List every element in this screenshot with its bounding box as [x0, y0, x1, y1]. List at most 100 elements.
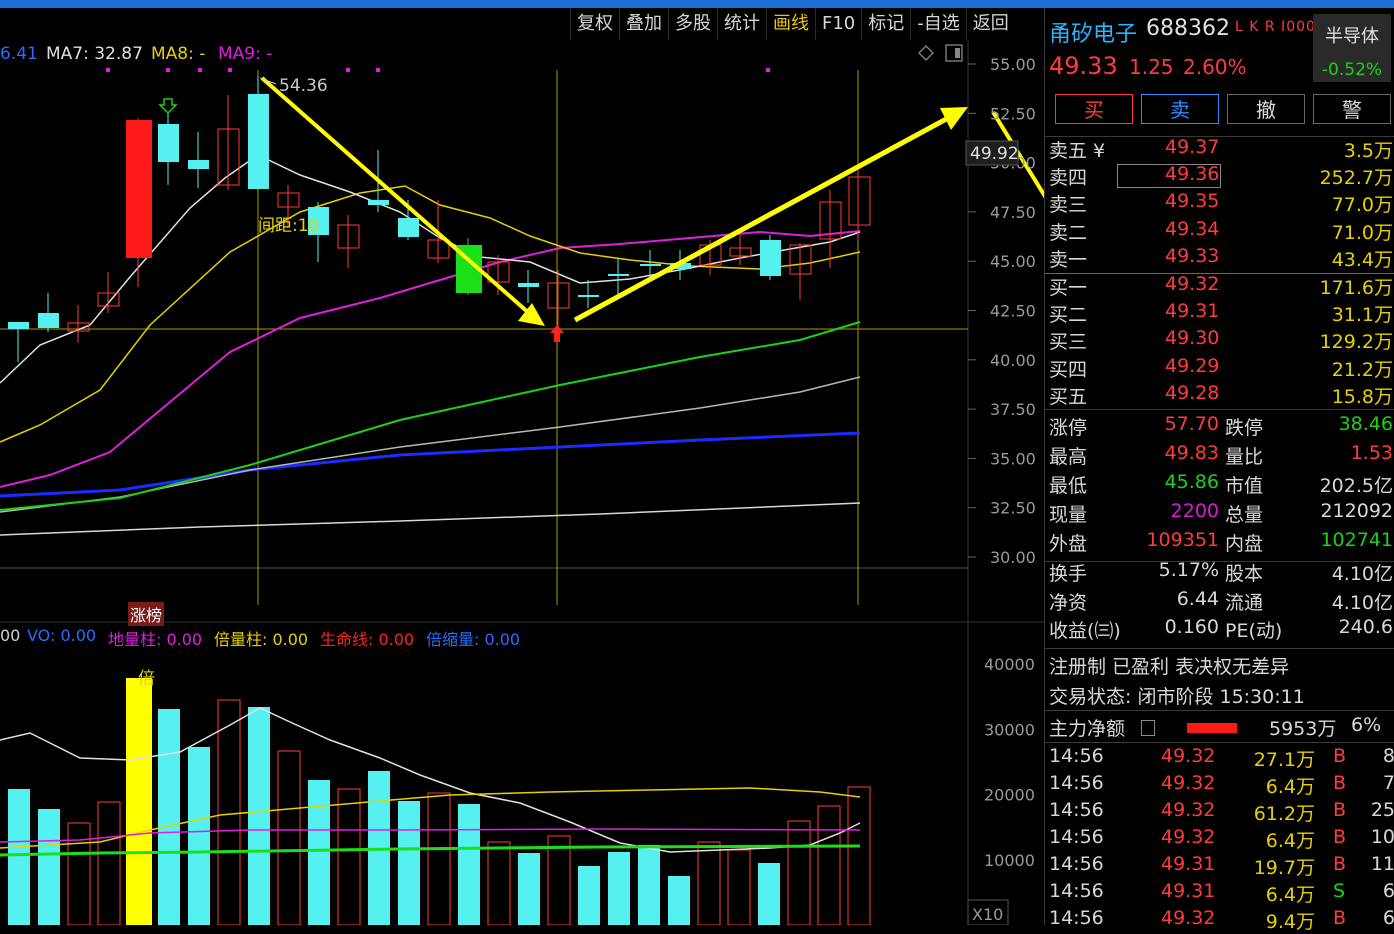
tick-price: 49.32	[1161, 826, 1216, 848]
signal-dots	[106, 68, 770, 72]
price-axis-label: 40.00	[990, 351, 1036, 370]
order-price: 49.33	[1165, 244, 1220, 267]
candle	[547, 270, 570, 330]
stat-label: 内盘	[1225, 533, 1264, 555]
volume-unit-label: X10	[972, 905, 1003, 924]
stat-value: 45.86	[1164, 471, 1219, 493]
order-volume: 31.1万	[1331, 304, 1393, 327]
order-level-label: 买一	[1049, 277, 1088, 299]
price-axis-label: 55.00	[990, 55, 1036, 74]
stat-value: 1.53	[1350, 442, 1393, 464]
toolbar-multi-stock[interactable]: 多股	[668, 8, 717, 40]
price-alert-button[interactable]: 警	[1313, 94, 1391, 124]
stat-value: 5.17%	[1158, 559, 1219, 581]
candle	[188, 132, 209, 188]
quote-panel: 甬矽电子 688362 L K R I000 半导体 -0.52% 49.33 …	[1044, 8, 1394, 933]
order-volume: 43.4万	[1331, 248, 1393, 271]
tick-time: 14:56	[1049, 799, 1104, 821]
bid-row[interactable]: 买一 49.32 171.6万	[1045, 273, 1394, 300]
sector-box[interactable]: 半导体 -0.52%	[1313, 14, 1391, 82]
trade-status: 交易状态: 闭市阶段 15:30:11	[1049, 686, 1305, 708]
order-level-label: 卖三	[1049, 194, 1088, 217]
kline-chart[interactable]: 54.36 间距:10 55.0052.5050.0047.5045.0042.…	[0, 40, 1044, 925]
price-change-pct: 2.60%	[1183, 55, 1247, 79]
order-level-label: 卖四	[1049, 167, 1088, 190]
bid-row[interactable]: 买三 49.30 129.2万	[1045, 327, 1394, 354]
tick-count: 11	[1370, 853, 1394, 875]
ask-row[interactable]: 卖二 49.34 71.0万	[1045, 218, 1394, 245]
tick-row: 14:56 49.31 6.4万 S 6	[1045, 880, 1394, 907]
cancel-order-button[interactable]: 撤	[1227, 94, 1305, 124]
tick-time: 14:56	[1049, 772, 1104, 794]
stat-label: 最低	[1049, 475, 1088, 497]
stat-row: 最低 45.86 市值 202.5亿	[1045, 471, 1394, 498]
stat-row: 外盘 109351 内盘 102741	[1045, 529, 1394, 556]
bid-row[interactable]: 买二 49.31 31.1万	[1045, 300, 1394, 327]
order-volume: 171.6万	[1319, 277, 1393, 299]
up-arrow-icon	[550, 325, 564, 342]
bid-row[interactable]: 买四 49.29 21.2万	[1045, 355, 1394, 382]
tick-price: 49.32	[1161, 772, 1216, 794]
tick-side: S	[1333, 880, 1346, 902]
candles	[8, 76, 871, 362]
vol-legend-0: 00	[0, 626, 21, 645]
toolbar-mark[interactable]: 标记	[861, 8, 910, 40]
stat-row: 换手 5.17% 股本 4.10亿	[1045, 559, 1394, 586]
price-axis-label: 42.50	[990, 302, 1036, 321]
rank-tag[interactable]: 涨榜	[128, 602, 165, 626]
tick-count: 7	[1382, 772, 1394, 794]
diamond-icon	[918, 45, 934, 61]
stat-value: 240.6	[1338, 616, 1393, 638]
ask-row[interactable]: 卖五 ¥ 49.37 3.5万	[1045, 136, 1394, 163]
stock-name[interactable]: 甬矽电子	[1049, 16, 1137, 48]
trade-buttons: 买 卖 撤 警	[1053, 94, 1393, 126]
stat-label: 总量	[1225, 504, 1264, 526]
bei-tag: 倍	[138, 669, 155, 689]
order-level-label: 买二	[1049, 304, 1088, 327]
buy-button[interactable]: 买	[1055, 94, 1133, 124]
ask-row[interactable]: 卖三 49.35 77.0万	[1045, 190, 1394, 217]
tick-side: B	[1333, 799, 1347, 821]
order-price: 49.29	[1165, 354, 1220, 377]
stat-label: 涨停	[1049, 417, 1088, 439]
tick-side: B	[1333, 907, 1347, 929]
sector-change: -0.52%	[1321, 60, 1383, 80]
toolbar-restore-rights[interactable]: 复权	[570, 8, 619, 40]
tick-row: 14:56 49.31 19.7万 B 11	[1045, 853, 1394, 880]
price-axis-label: 30.00	[990, 548, 1036, 567]
toolbar-watchlist[interactable]: -自选	[910, 8, 966, 40]
list-icon[interactable]	[1141, 720, 1155, 736]
last-price: 49.33	[1049, 52, 1118, 80]
sell-button[interactable]: 卖	[1141, 94, 1219, 124]
ma-green	[0, 321, 861, 511]
stat-row: 净资 6.44 流通 4.10亿	[1045, 588, 1394, 615]
listing-info: 注册制 已盈利 表决权无差异	[1049, 656, 1290, 678]
bid-row[interactable]: 买五 49.28 15.8万	[1045, 382, 1394, 409]
price-change: 1.25	[1129, 55, 1174, 79]
tick-side: B	[1333, 745, 1347, 767]
ask-row[interactable]: 卖一 49.33 43.4万	[1045, 245, 1394, 272]
tick-price: 49.32	[1161, 745, 1216, 767]
toolbar-back[interactable]: 返回	[965, 8, 1015, 40]
candle	[97, 272, 120, 313]
volume-axis: 40000 30000 20000 10000	[984, 655, 1035, 870]
candle	[158, 112, 179, 185]
toolbar-overlay[interactable]: 叠加	[619, 8, 668, 40]
order-volume: 3.5万	[1343, 140, 1393, 162]
stat-label: PE(动)	[1225, 620, 1283, 642]
toolbar-draw-line[interactable]: 画线	[766, 8, 815, 40]
stock-header: 甬矽电子 688362 L K R I000 半导体 -0.52% 49.33 …	[1045, 8, 1394, 88]
main-fund-pct: 6%	[1351, 714, 1382, 736]
tick-volume: 6.4万	[1265, 776, 1315, 798]
stat-value: 49.83	[1164, 442, 1219, 464]
candle	[337, 215, 360, 268]
main-fund-label: 主力净额	[1049, 718, 1126, 740]
tick-row: 14:56 49.32 6.4万 B 10	[1045, 826, 1394, 853]
toolbar-statistics[interactable]: 统计	[717, 8, 766, 40]
order-volume: 71.0万	[1331, 221, 1393, 244]
candle	[38, 293, 59, 332]
volume-axis-label: 10000	[984, 851, 1035, 870]
candle	[848, 165, 871, 240]
stat-label: 市值	[1225, 475, 1264, 497]
toolbar-f10[interactable]: F10	[815, 8, 861, 40]
